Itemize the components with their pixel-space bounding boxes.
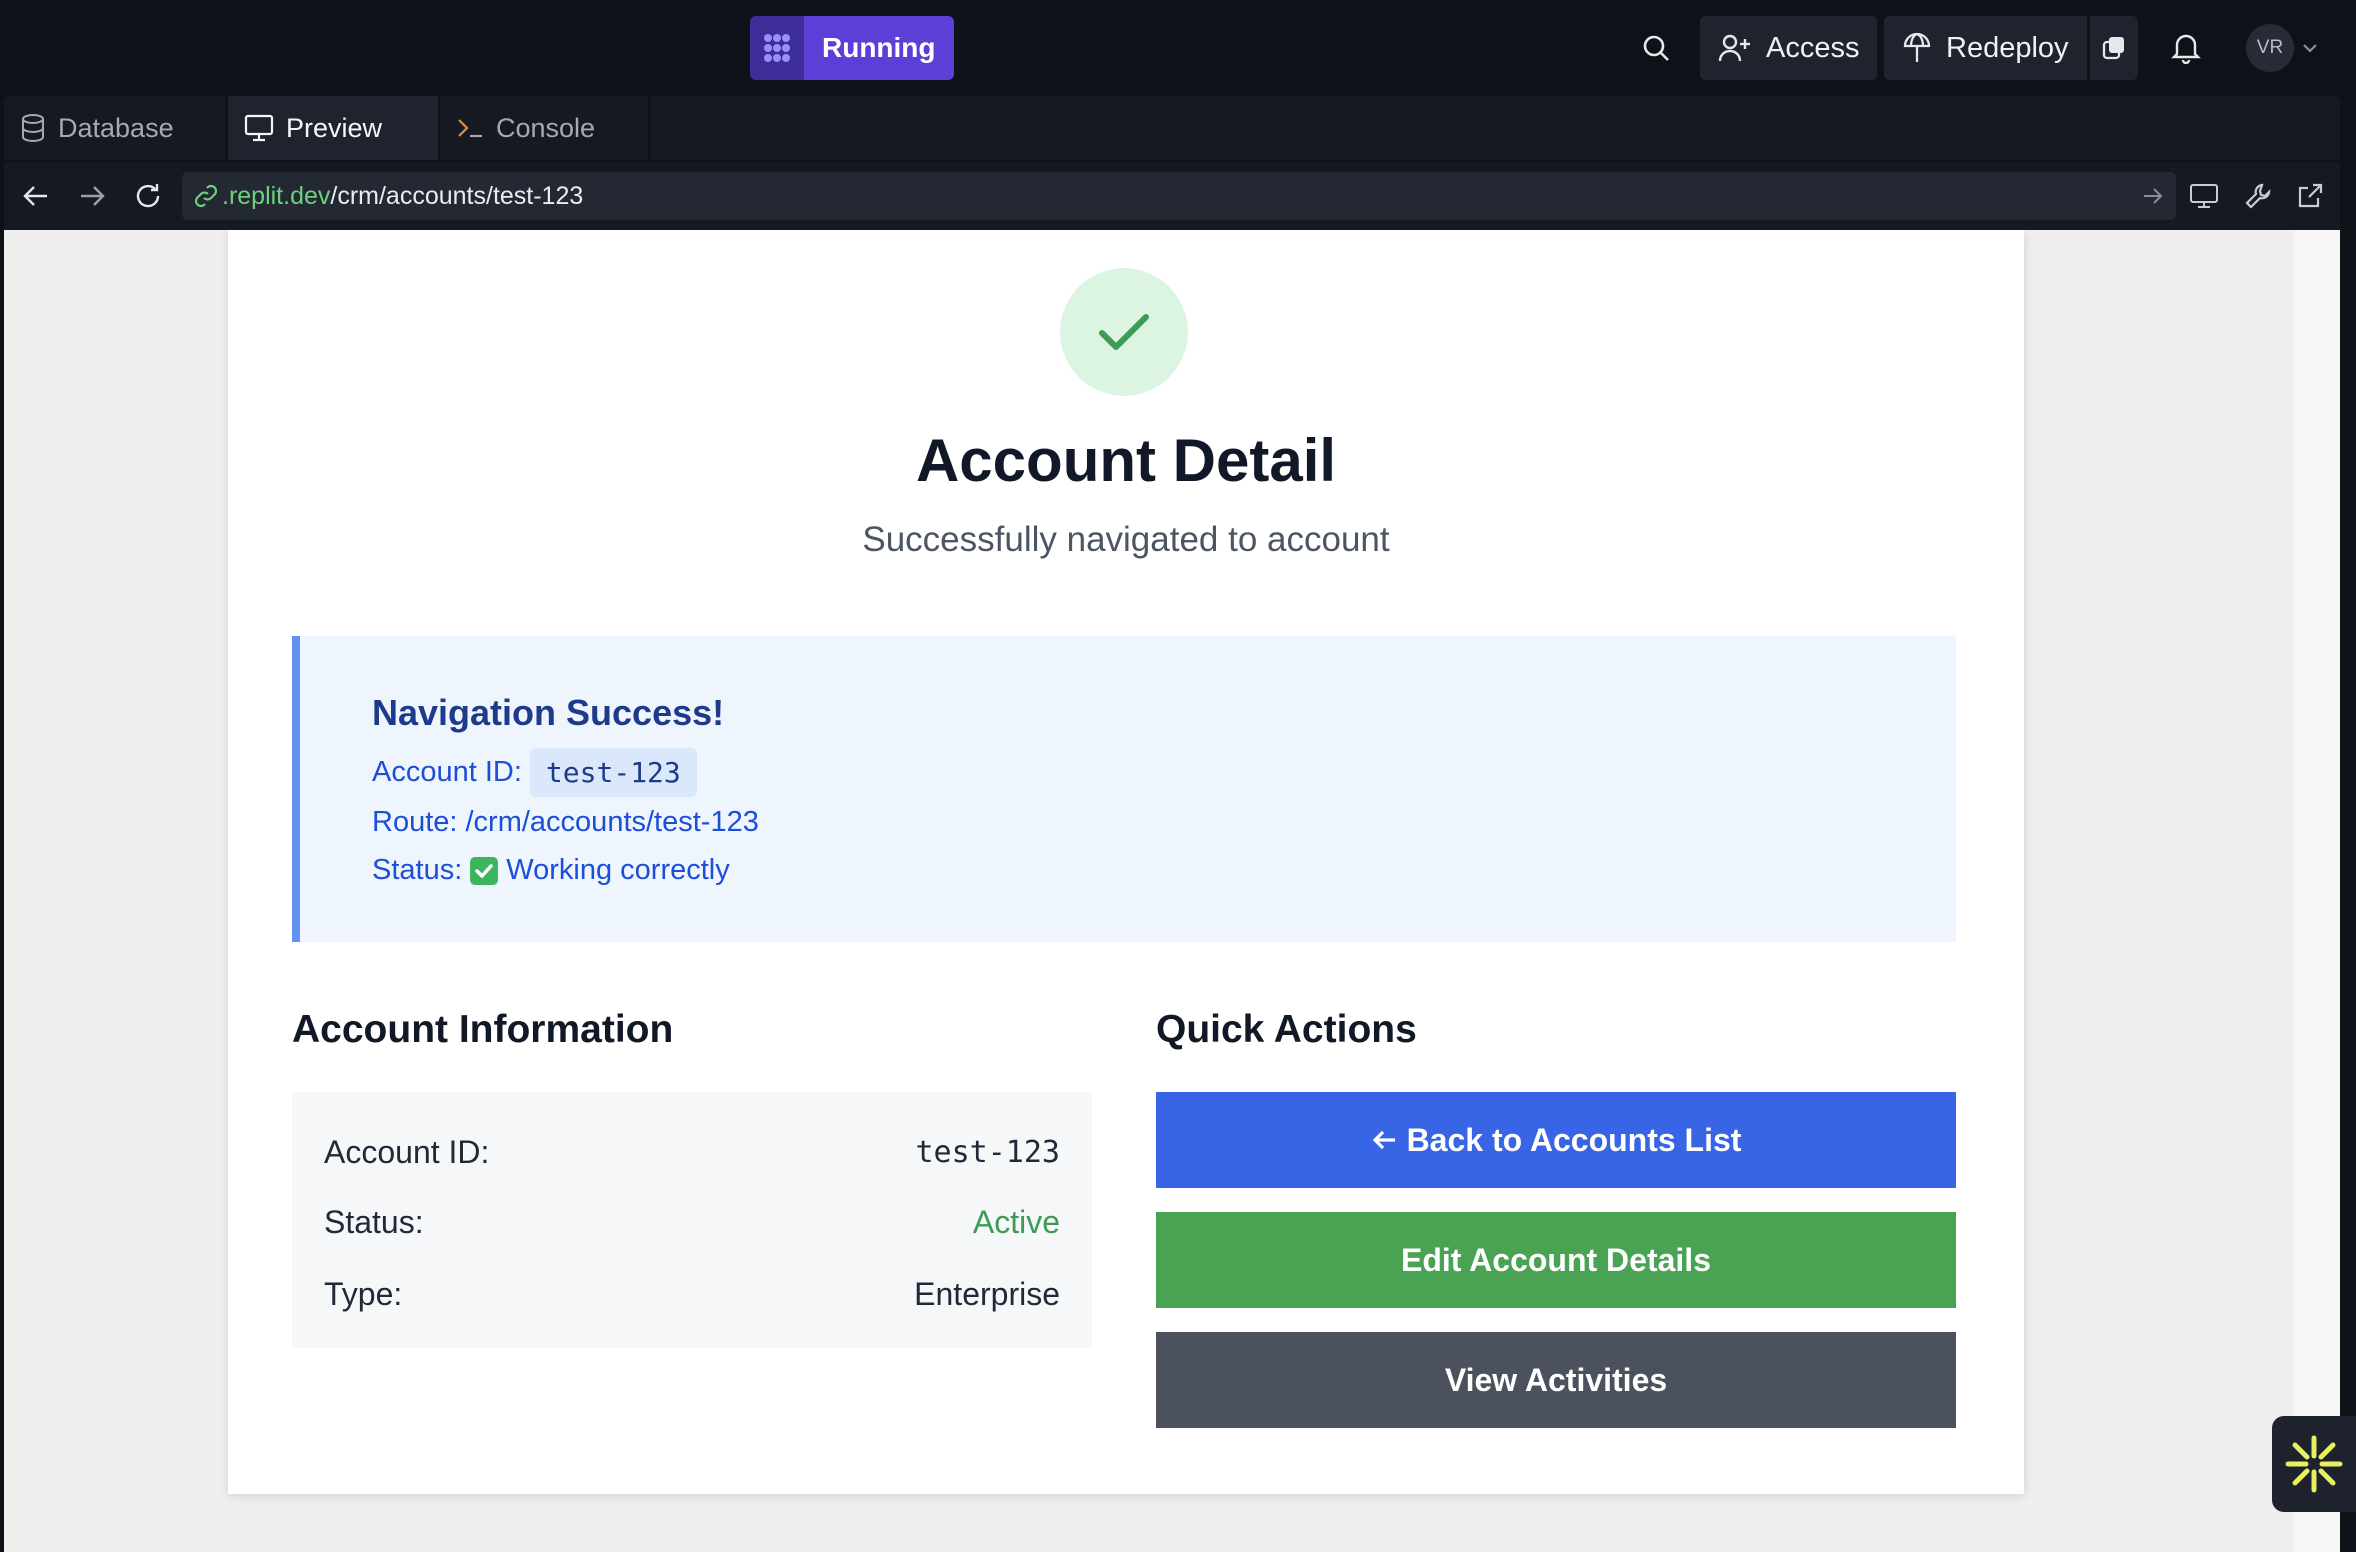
chevron-down-icon[interactable]: [2302, 42, 2318, 54]
info-value: Enterprise: [914, 1275, 1060, 1312]
preview-scrollbar[interactable]: [2294, 230, 2340, 1552]
view-activities-button[interactable]: View Activities: [1156, 1332, 1956, 1428]
tab-preview-label: Preview: [286, 112, 383, 143]
tab-database[interactable]: Database: [4, 96, 228, 160]
tab-console-label: Console: [496, 112, 596, 143]
tab-console[interactable]: Console: [440, 96, 650, 160]
redeploy-button[interactable]: Redeploy: [1884, 16, 2087, 80]
url-input[interactable]: .replit.dev/crm/accounts/test-123: [182, 172, 2176, 220]
database-icon: [22, 114, 44, 143]
monitor-icon: [244, 114, 274, 142]
reload-button[interactable]: [128, 176, 168, 216]
notice-account-label: Account ID:: [372, 756, 522, 788]
reload-icon: [136, 184, 160, 208]
bell-icon: [2171, 34, 2201, 64]
back-to-accounts-button[interactable]: Back to Accounts List: [1156, 1092, 1956, 1188]
status-badge: Active: [972, 1203, 1060, 1240]
view-activities-label: View Activities: [1444, 1361, 1668, 1398]
access-label: Access: [1766, 31, 1860, 64]
page-title: Account Detail: [915, 427, 1337, 494]
deploy-icon: [1903, 32, 1931, 62]
account-information-heading: Account Information: [292, 1008, 674, 1051]
search-icon: [1643, 35, 1669, 61]
copy-icon: [2102, 37, 2124, 60]
checkmark-icon: [1099, 314, 1149, 350]
info-row-account-id: Account ID: test-123: [324, 1124, 1060, 1180]
access-button[interactable]: Access: [1700, 16, 1878, 80]
back-to-accounts-label: Back to Accounts List: [1406, 1121, 1742, 1158]
run-status-label: Running: [804, 16, 954, 80]
terminal-icon: [458, 119, 482, 138]
devtools-button[interactable]: [2238, 176, 2278, 216]
add-user-icon: [1718, 34, 1750, 62]
go-arrow-icon[interactable]: [2142, 186, 2164, 206]
arrow-left-icon: [1372, 1130, 1395, 1150]
info-label: Account ID:: [324, 1133, 490, 1170]
info-label: Type:: [324, 1275, 403, 1312]
preview-viewport: Account Detail Successfully navigated to…: [4, 230, 2294, 1552]
page-subtitle: Successfully navigated to account: [862, 520, 1390, 559]
link-icon: [194, 184, 218, 208]
arrow-right-icon: [81, 186, 105, 206]
search-button[interactable]: [1630, 16, 1682, 80]
url-path: /crm/accounts/test-123: [330, 181, 584, 210]
check-box-icon: [470, 856, 499, 885]
redeploy-label: Redeploy: [1946, 31, 2069, 64]
notice-status-line: Status: Working correctly: [372, 854, 730, 887]
account-information-panel: Account ID: test-123 Status: Active Type…: [292, 1092, 1092, 1348]
external-link-icon: [2298, 183, 2323, 208]
wrench-icon: [2245, 183, 2271, 209]
info-row-type: Type: Enterprise: [324, 1266, 1060, 1322]
info-row-status: Status: Active: [324, 1194, 1060, 1250]
navigation-success-notice: Navigation Success! Account ID: test-123…: [292, 636, 1956, 942]
notice-status-label: Status:: [372, 854, 463, 886]
open-new-tab-button[interactable]: [2290, 176, 2330, 216]
deploy-options-button[interactable]: [2088, 16, 2138, 80]
device-preview-button[interactable]: [2184, 176, 2224, 216]
account-detail-card: Account Detail Successfully navigated to…: [228, 230, 2024, 1494]
notice-account-line: Account ID: test-123: [372, 748, 697, 797]
preview-toolbar: .replit.dev/crm/accounts/test-123: [4, 162, 2340, 230]
quick-actions-heading: Quick Actions: [1156, 1008, 1417, 1051]
workspace-header: Running Access Redeploy VR: [0, 0, 2356, 96]
notifications-button[interactable]: [2160, 16, 2212, 80]
arrow-left-icon: [23, 186, 47, 206]
monitor-icon: [2190, 184, 2218, 208]
edit-account-button[interactable]: Edit Account Details: [1156, 1212, 1956, 1308]
notice-status-value: Working correctly: [506, 854, 730, 886]
notice-account-code: test-123: [529, 748, 697, 797]
forward-button[interactable]: [72, 176, 112, 216]
tab-preview[interactable]: Preview: [228, 96, 440, 160]
avatar[interactable]: VR: [2246, 24, 2294, 72]
tab-database-label: Database: [58, 112, 174, 143]
assistant-widget-button[interactable]: [2272, 1416, 2356, 1512]
url-host: .replit.dev: [222, 181, 331, 210]
edit-account-label: Edit Account Details: [1401, 1241, 1711, 1278]
back-button[interactable]: [16, 176, 56, 216]
info-label: Status:: [324, 1203, 424, 1240]
pane-tabs: Database Preview Console: [4, 96, 2340, 160]
replit-logo-icon: [750, 16, 804, 80]
success-badge: [1060, 268, 1188, 396]
info-value: test-123: [915, 1134, 1061, 1170]
notice-route-line: Route: /crm/accounts/test-123: [372, 806, 759, 838]
run-status-button[interactable]: Running: [750, 16, 954, 80]
notice-title: Navigation Success!: [372, 692, 725, 733]
sparkle-icon: [2285, 1435, 2343, 1493]
